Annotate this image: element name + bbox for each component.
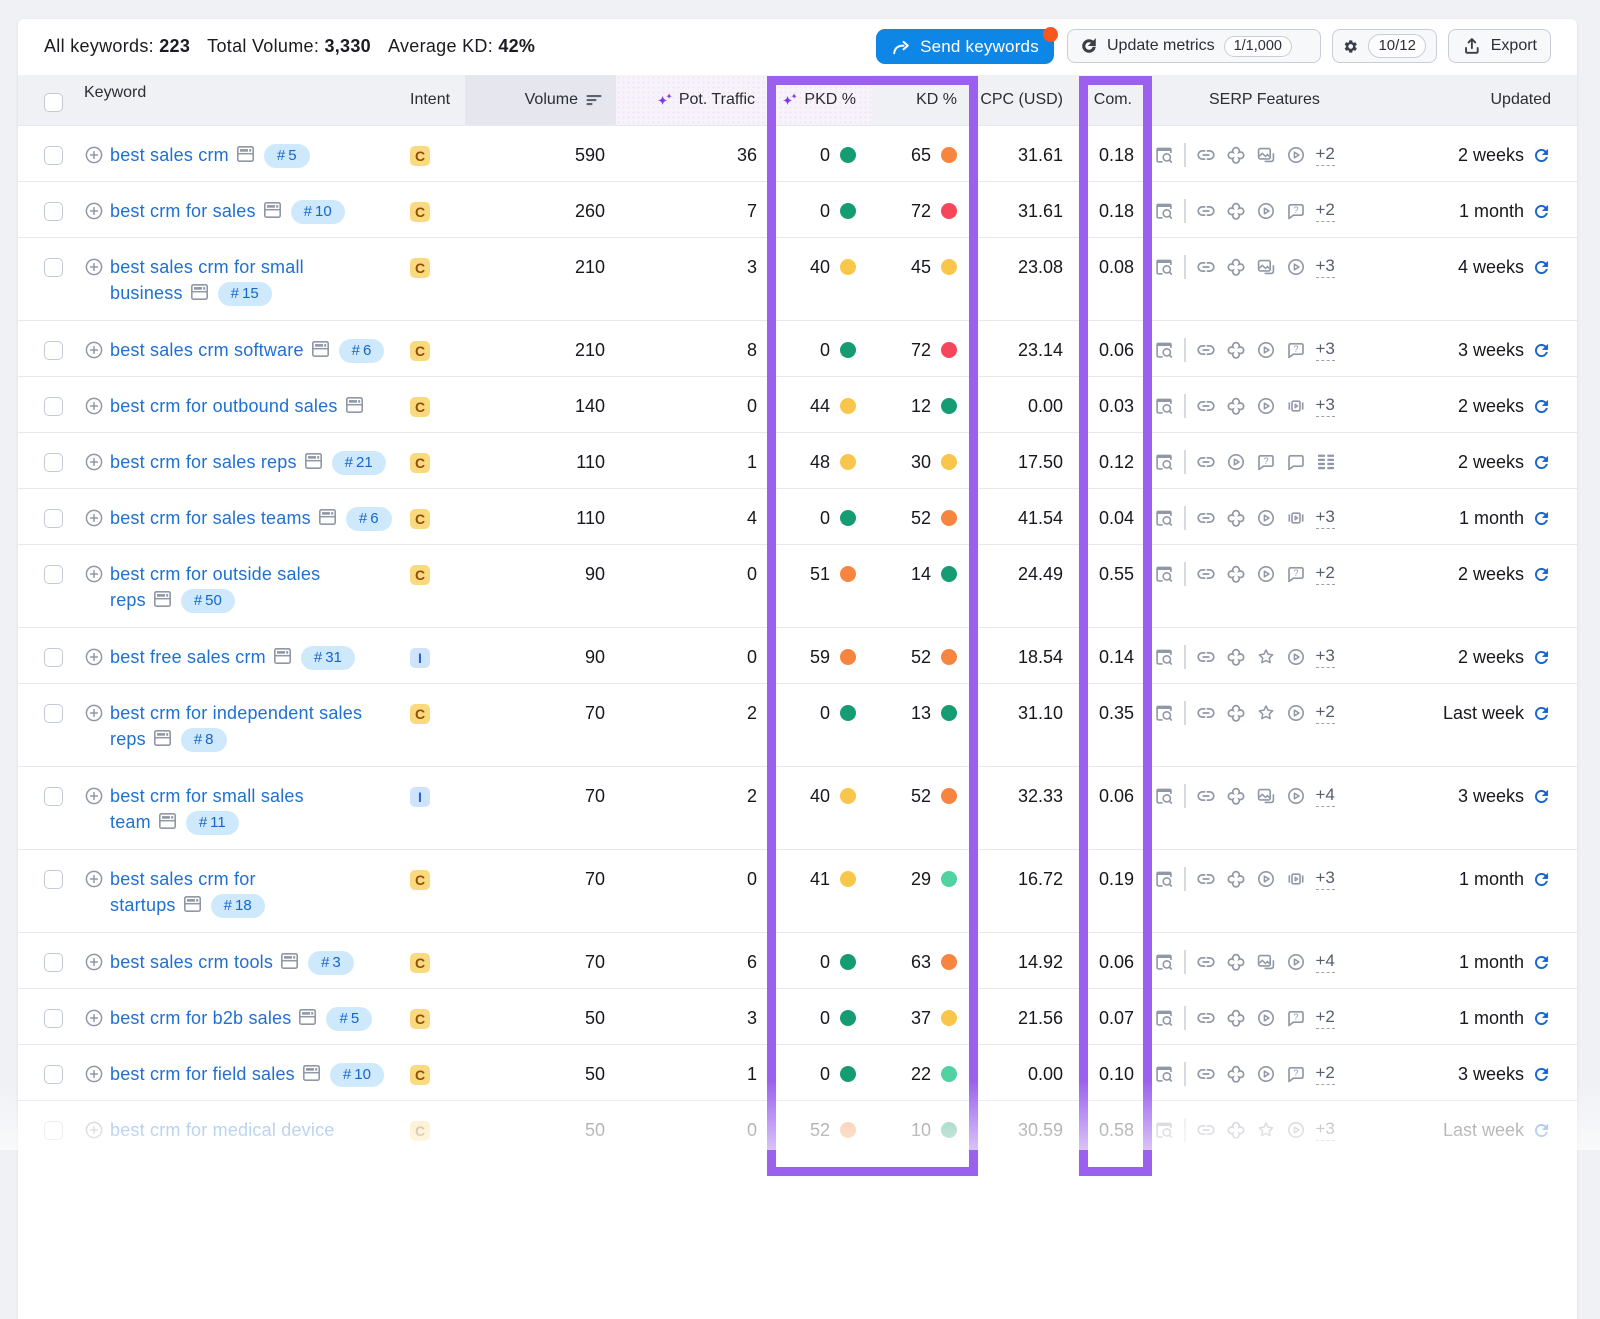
svg-text:?: ? [1293, 568, 1298, 578]
svg-text:?: ? [1293, 205, 1298, 215]
svg-text:?: ? [1263, 456, 1268, 466]
svg-text:?: ? [1293, 1012, 1298, 1022]
svg-text:?: ? [1293, 344, 1298, 354]
svg-text:?: ? [1293, 1068, 1298, 1078]
